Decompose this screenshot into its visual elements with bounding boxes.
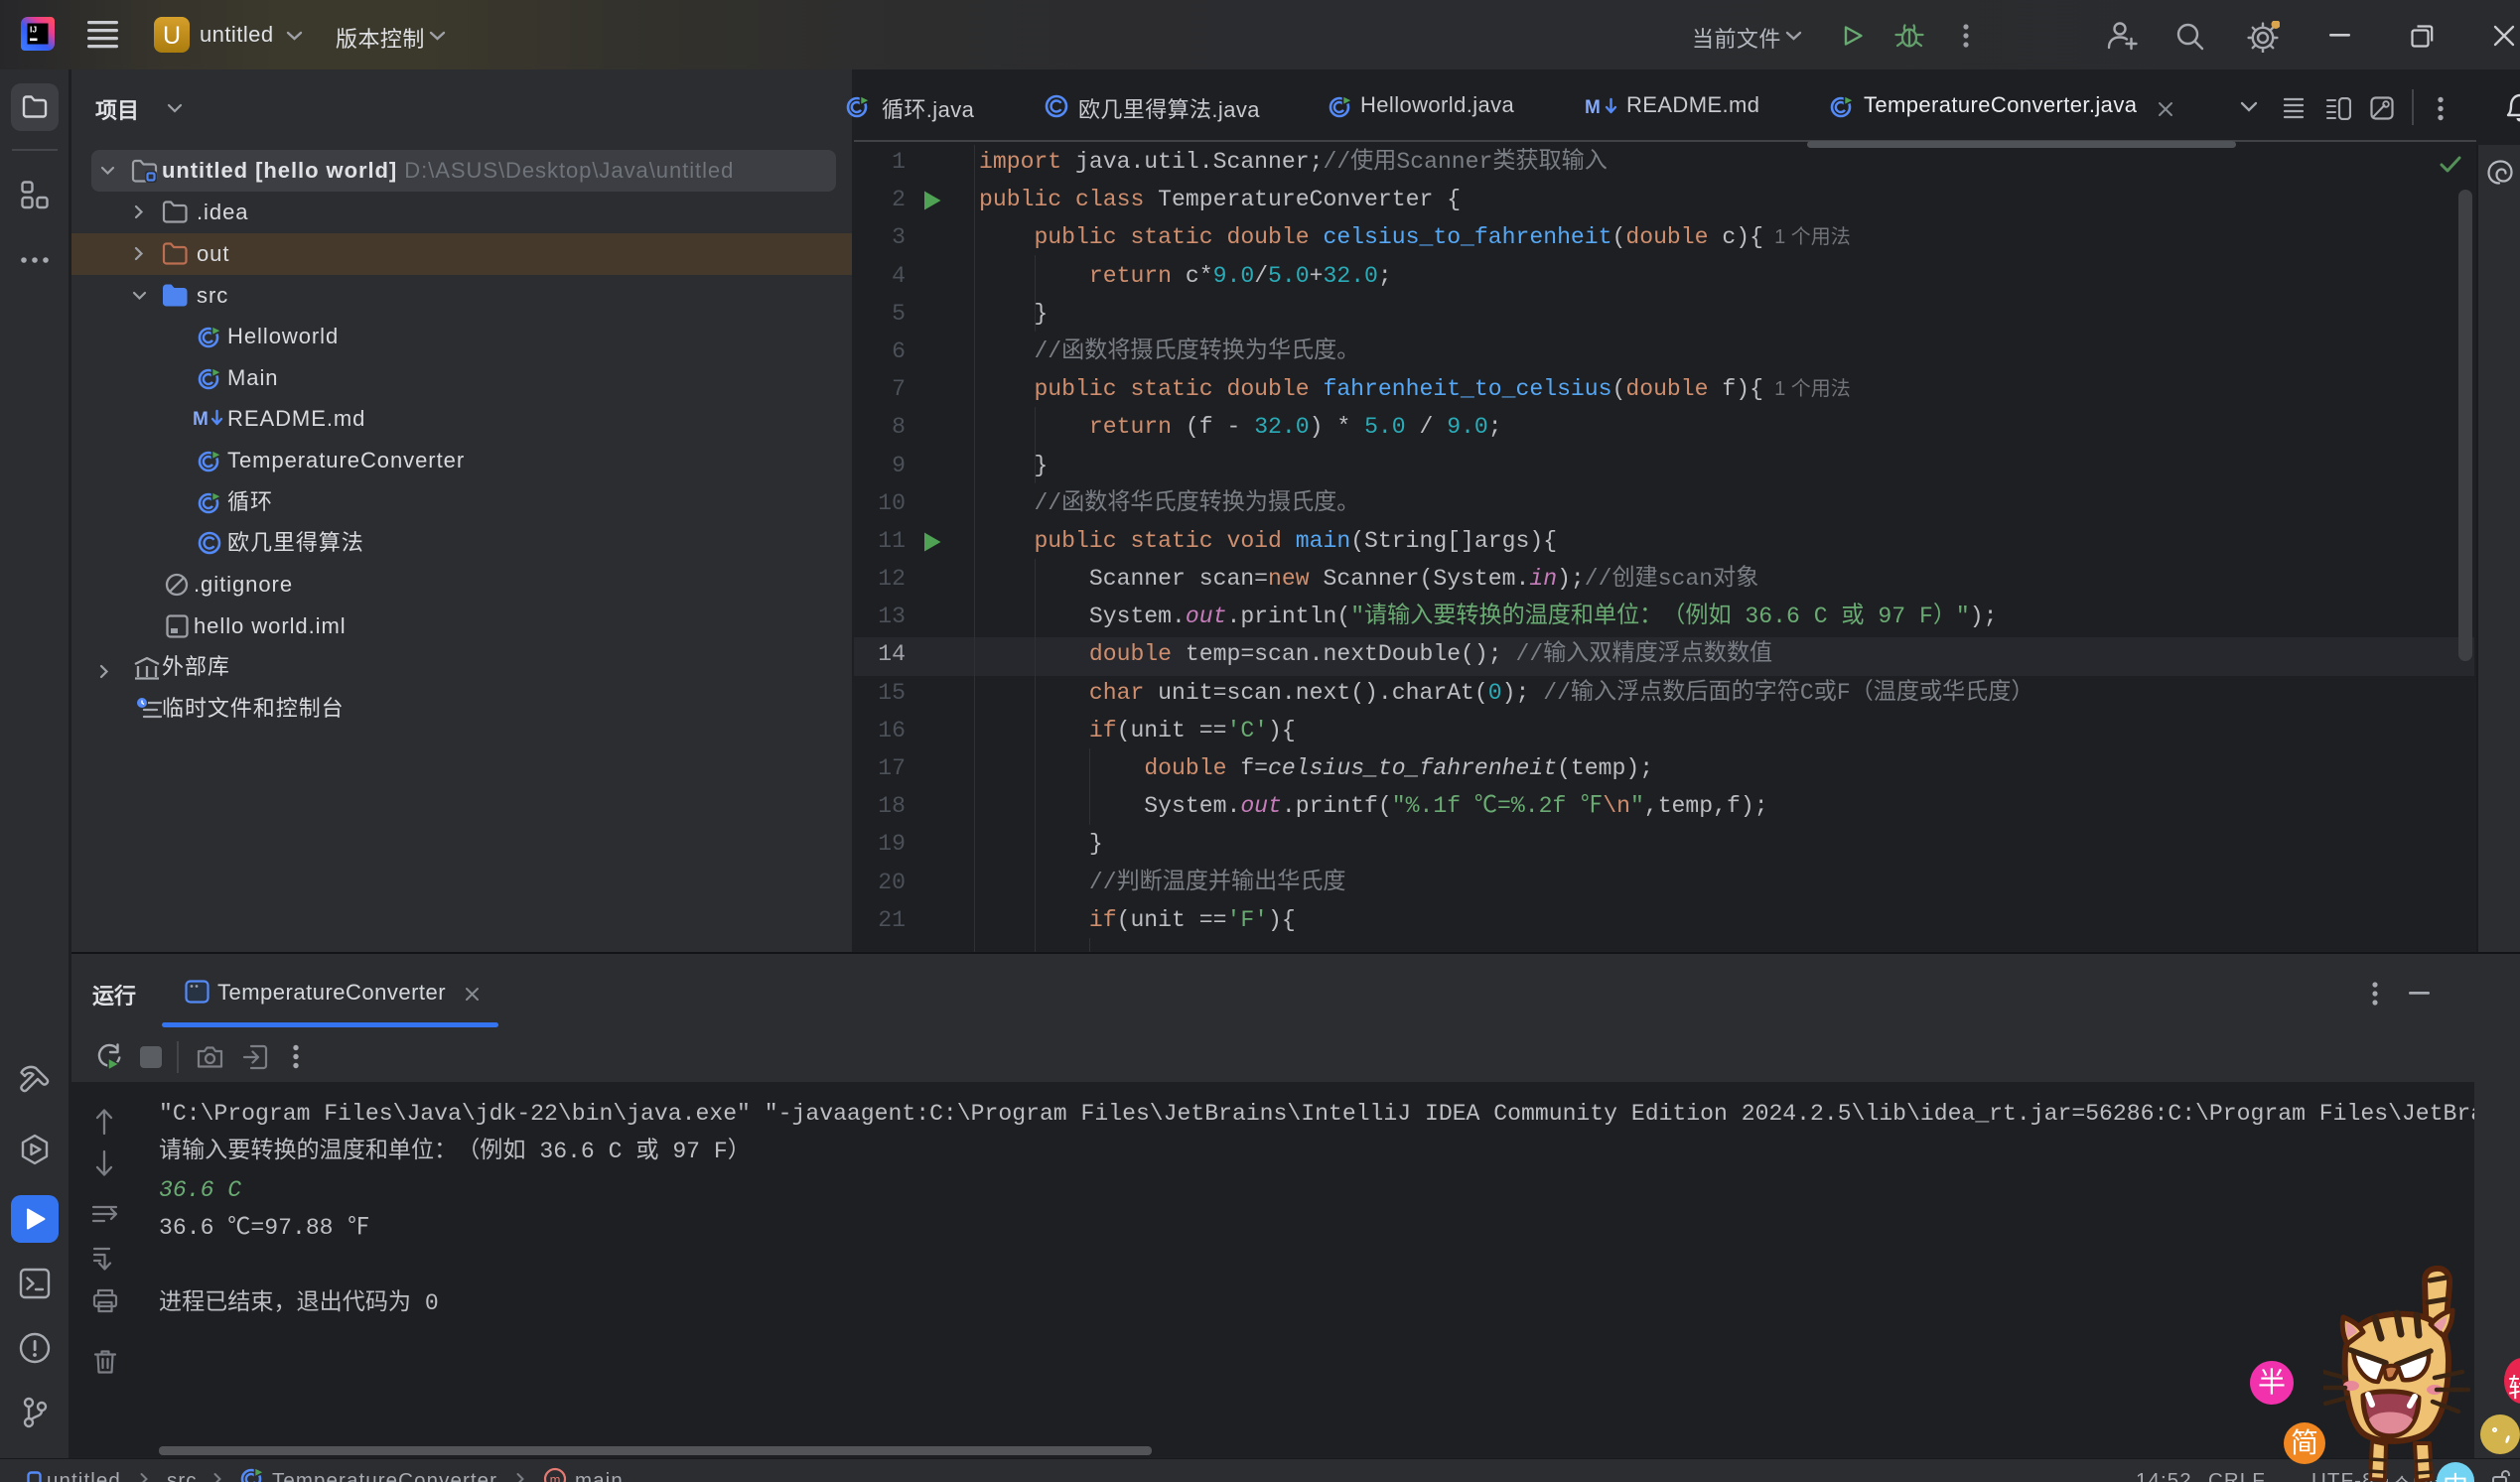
svg-text:M: M bbox=[1585, 97, 1601, 118]
svg-text:M: M bbox=[193, 409, 209, 430]
svg-text:IJ: IJ bbox=[30, 25, 37, 35]
svg-text:U: U bbox=[163, 22, 181, 50]
svg-text:m: m bbox=[550, 1472, 561, 1482]
